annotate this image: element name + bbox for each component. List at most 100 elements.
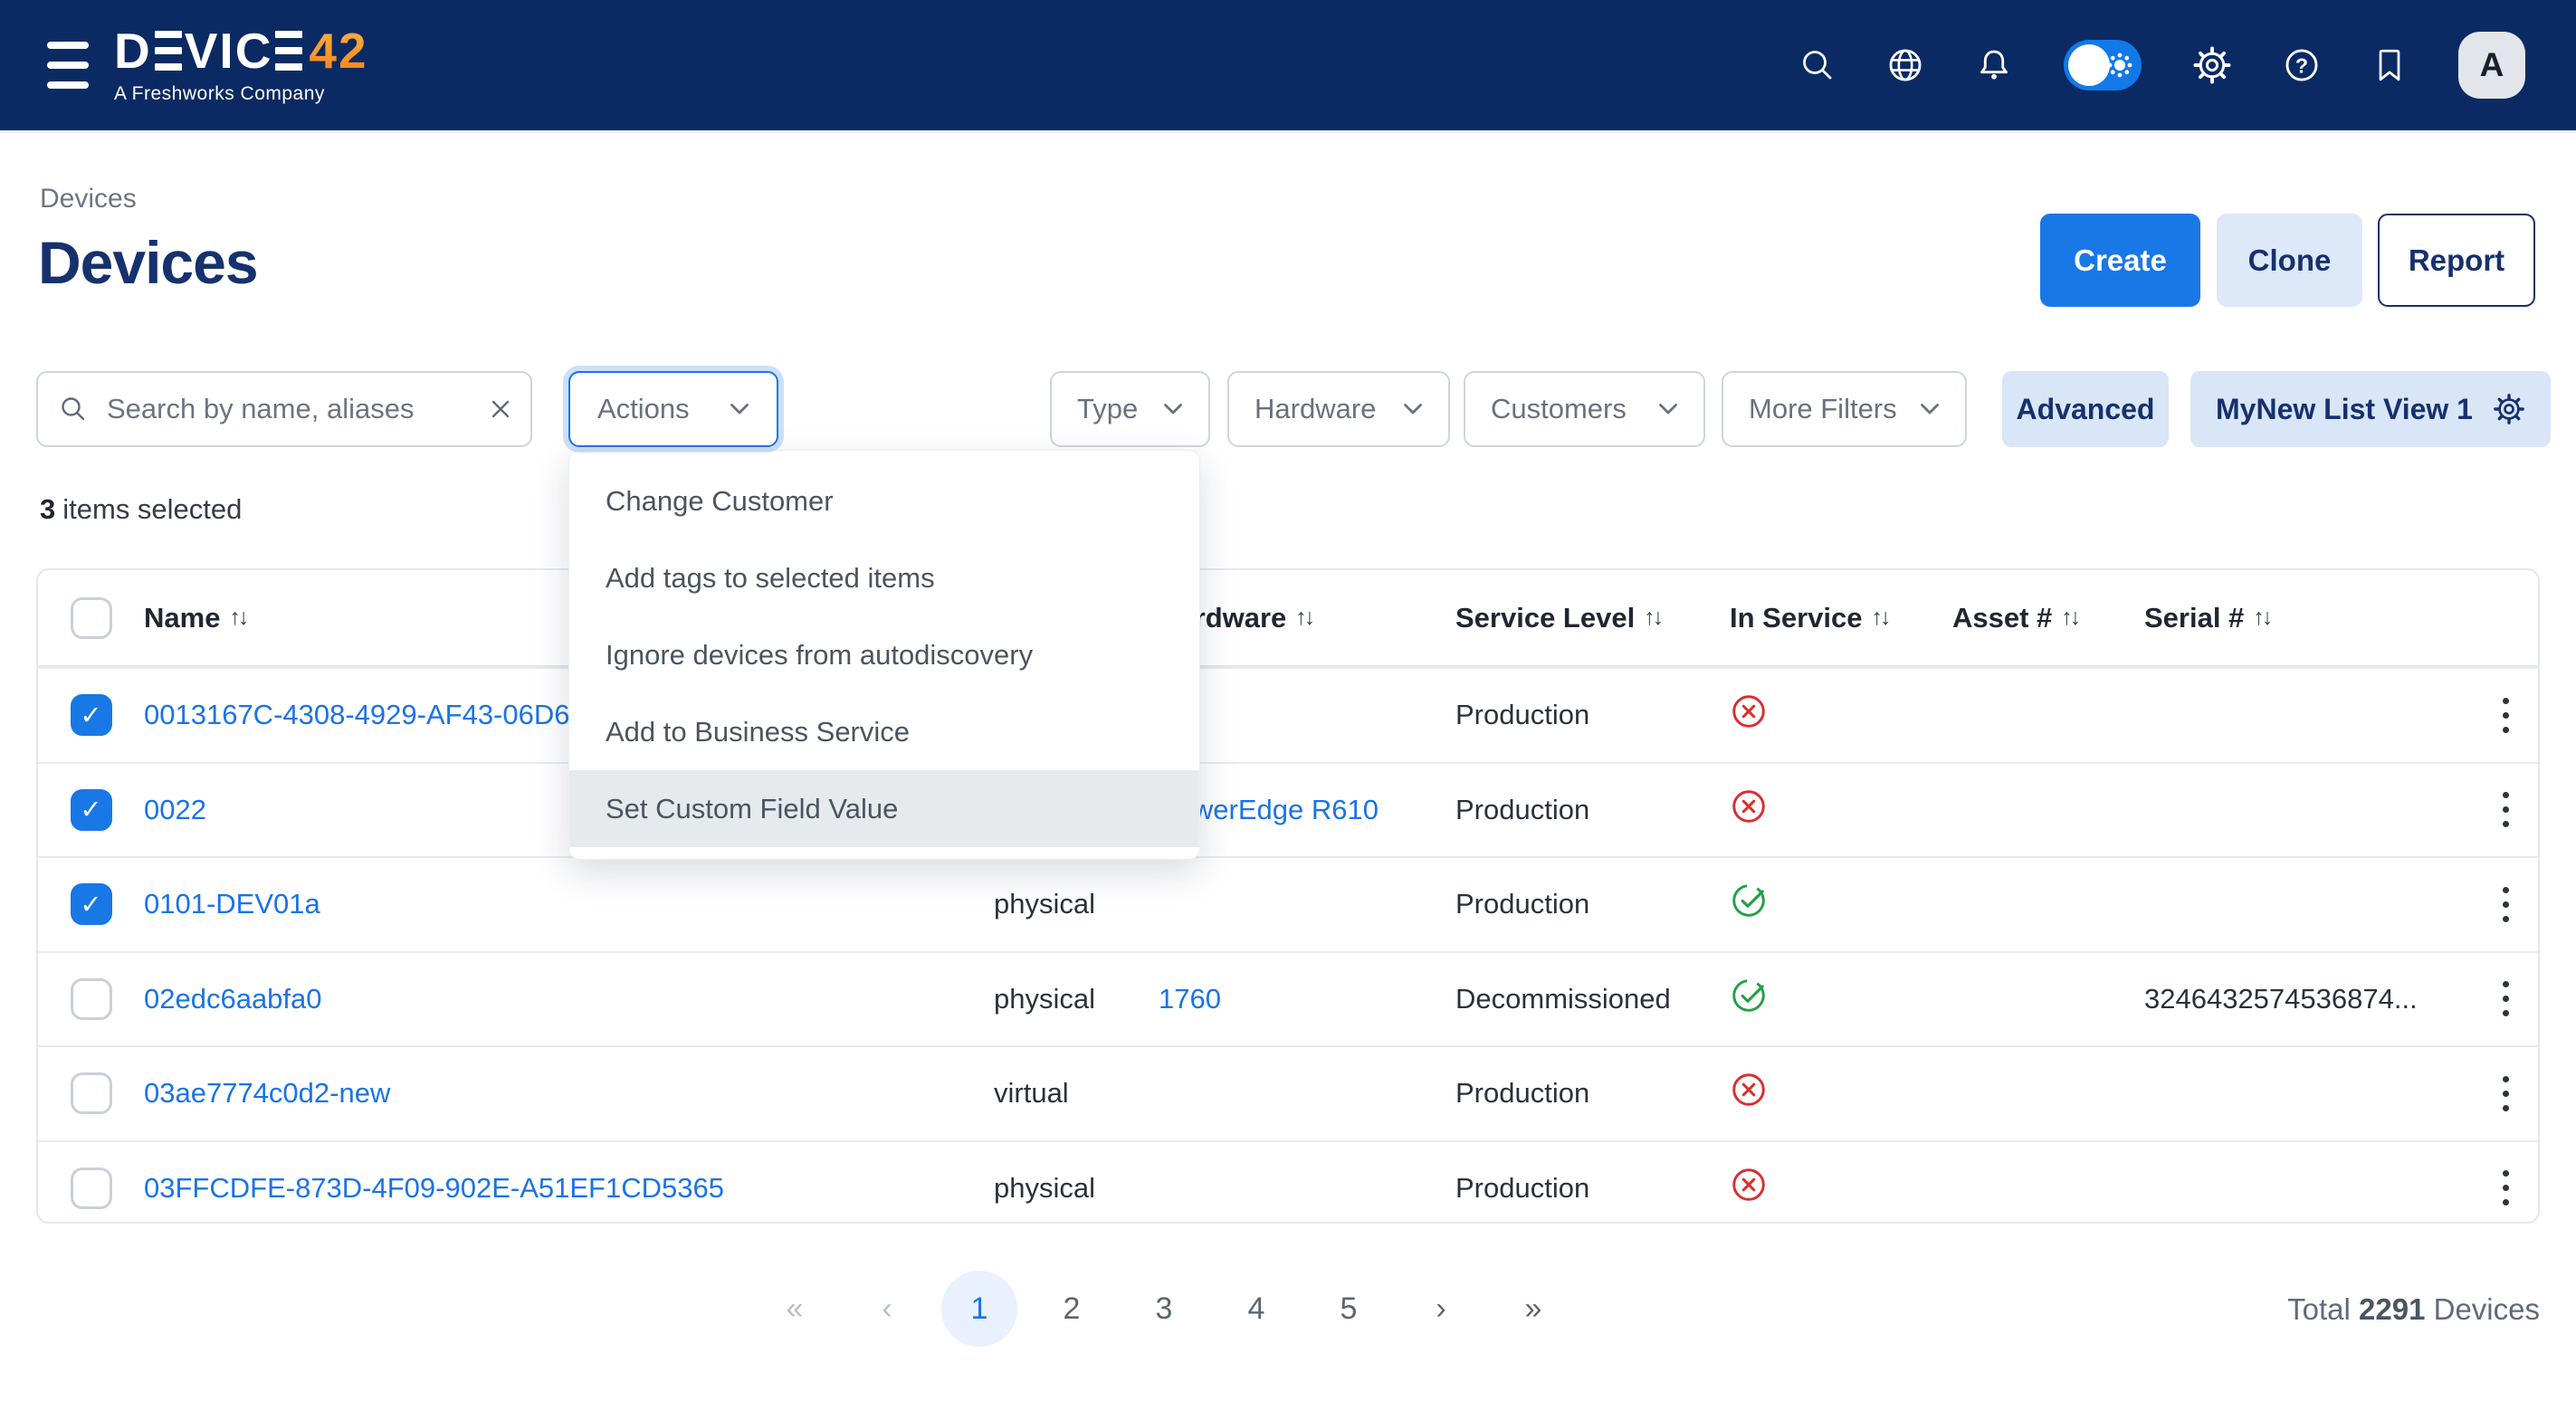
logo-letter-e xyxy=(155,31,182,71)
sort-icon[interactable]: ↑↓ xyxy=(2253,605,2270,631)
menu-item-add-tags[interactable]: Add tags to selected items xyxy=(569,539,1199,616)
page-title: Devices xyxy=(38,228,258,297)
row-actions-kebab[interactable] xyxy=(2473,1161,2538,1215)
breadcrumb[interactable]: Devices xyxy=(40,184,137,214)
serial-cell: 3246432574536874... xyxy=(2144,983,2473,1015)
column-header-service-level[interactable]: Service Level↑↓ xyxy=(1455,602,1730,634)
sort-icon[interactable]: ↑↓ xyxy=(229,605,246,631)
search-icon[interactable] xyxy=(1799,47,1836,83)
menu-item-ignore-devices[interactable]: Ignore devices from autodiscovery xyxy=(569,616,1199,693)
logo-letter-e xyxy=(275,31,302,71)
service-level-cell: Production xyxy=(1455,888,1730,920)
device42-logo[interactable]: D VIC 42 A Freshworks Company xyxy=(114,26,368,105)
advanced-button[interactable]: Advanced xyxy=(2002,371,2169,447)
chevron-down-icon xyxy=(1163,403,1183,415)
customers-filter[interactable]: Customers xyxy=(1464,371,1705,447)
create-button[interactable]: Create xyxy=(2040,214,2200,307)
total-number: 2291 xyxy=(2359,1292,2425,1326)
bell-icon[interactable] xyxy=(1975,46,2013,84)
in-service-icon xyxy=(1730,1071,1952,1116)
theme-toggle[interactable] xyxy=(2064,40,2142,91)
row-checkbox[interactable] xyxy=(71,694,112,736)
in-service-icon xyxy=(1730,787,1952,833)
pagination-page-3[interactable]: 3 xyxy=(1126,1271,1202,1347)
pagination-first[interactable]: « xyxy=(757,1271,833,1347)
hardware-link[interactable]: PowerEdge R610 xyxy=(1159,794,1455,826)
device-name-link[interactable]: 03FFCDFE-873D-4F09-902E-A51EF1CD5365 xyxy=(144,1172,994,1205)
in-service-icon xyxy=(1730,977,1952,1022)
column-header-serial[interactable]: Serial #↑↓ xyxy=(2144,602,2473,634)
row-actions-kebab[interactable] xyxy=(2473,783,2538,836)
select-all-checkbox[interactable] xyxy=(71,597,112,639)
hardware-filter[interactable]: Hardware xyxy=(1227,371,1450,447)
logo-letters: VIC xyxy=(185,26,273,76)
clear-search-icon[interactable] xyxy=(488,396,513,422)
device-name-link[interactable]: 02edc6aabfa0 xyxy=(144,983,994,1015)
sort-icon[interactable]: ↑↓ xyxy=(1644,605,1661,631)
bookmark-icon[interactable] xyxy=(2371,46,2408,84)
top-navbar: D VIC 42 A Freshworks Company ? xyxy=(0,0,2576,133)
search-box[interactable] xyxy=(36,371,532,447)
pagination-page-2[interactable]: 2 xyxy=(1034,1271,1110,1347)
device-name-link[interactable]: 0101-DEV01a xyxy=(144,888,994,920)
chevron-down-icon xyxy=(730,403,749,415)
column-header-in-service[interactable]: In Service↑↓ xyxy=(1730,602,1952,634)
more-filters-dropdown[interactable]: More Filters xyxy=(1722,371,1967,447)
row-checkbox[interactable] xyxy=(71,1168,112,1209)
hardware-link[interactable]: 1760 xyxy=(1159,983,1455,1015)
hamburger-menu-icon[interactable] xyxy=(47,42,89,89)
user-avatar[interactable]: A xyxy=(2458,32,2525,99)
logo-tagline: A Freshworks Company xyxy=(114,83,368,105)
sort-icon[interactable]: ↑↓ xyxy=(1871,605,1888,631)
svg-text:?: ? xyxy=(2295,53,2308,77)
globe-icon[interactable] xyxy=(1886,46,1924,84)
pagination-page-4[interactable]: 4 xyxy=(1218,1271,1294,1347)
row-actions-kebab[interactable] xyxy=(2473,689,2538,742)
pagination-page-5[interactable]: 5 xyxy=(1311,1271,1387,1347)
actions-dropdown-button[interactable]: Actions xyxy=(568,371,778,447)
row-actions-kebab[interactable] xyxy=(2473,1067,2538,1120)
pagination: « ‹ 1 2 3 4 5 › » xyxy=(757,1271,1571,1347)
pagination-last[interactable]: » xyxy=(1495,1271,1571,1347)
table-row: 03ae7774c0d2-new virtual Production xyxy=(38,1045,2538,1140)
service-level-cell: Decommissioned xyxy=(1455,983,1730,1015)
table-row: 0101-DEV01a physical Production xyxy=(38,856,2538,951)
chevron-down-icon xyxy=(1920,403,1940,415)
chevron-down-icon xyxy=(1658,403,1678,415)
row-actions-kebab[interactable] xyxy=(2473,972,2538,1025)
sort-icon[interactable]: ↑↓ xyxy=(2061,605,2078,631)
service-level-cell: Production xyxy=(1455,1077,1730,1110)
sort-icon[interactable]: ↑↓ xyxy=(1295,605,1312,631)
row-checkbox[interactable] xyxy=(71,978,112,1020)
menu-item-change-customer[interactable]: Change Customer xyxy=(569,462,1199,539)
pagination-next[interactable]: › xyxy=(1403,1271,1479,1347)
report-button[interactable]: Report xyxy=(2378,214,2535,307)
menu-item-add-to-business-service[interactable]: Add to Business Service xyxy=(569,693,1199,770)
menu-item-set-custom-field-value[interactable]: Set Custom Field Value xyxy=(569,770,1199,847)
row-checkbox[interactable] xyxy=(71,1072,112,1114)
service-level-cell: Production xyxy=(1455,1172,1730,1205)
type-filter[interactable]: Type xyxy=(1050,371,1210,447)
clone-button[interactable]: Clone xyxy=(2217,214,2362,307)
row-checkbox[interactable] xyxy=(71,883,112,925)
gear-icon[interactable] xyxy=(2493,393,2525,425)
column-header-hardware[interactable]: Hardware↑↓ xyxy=(1159,602,1455,634)
list-view-button[interactable]: MyNew List View 1 xyxy=(2190,371,2551,447)
selection-count: 3 xyxy=(40,493,55,525)
table-row: 0013167C-4308-4929-AF43-06D6 Production xyxy=(38,667,2538,762)
gear-icon[interactable] xyxy=(2192,45,2232,85)
service-level-cell: Production xyxy=(1455,699,1730,731)
pagination-page-1[interactable]: 1 xyxy=(941,1271,1017,1347)
toggle-knob xyxy=(2068,44,2110,86)
help-icon[interactable]: ? xyxy=(2283,46,2321,84)
row-checkbox[interactable] xyxy=(71,789,112,831)
pagination-prev[interactable]: ‹ xyxy=(849,1271,925,1347)
device-name-link[interactable]: 03ae7774c0d2-new xyxy=(144,1077,994,1110)
total-count: Total 2291 Devices xyxy=(2287,1292,2540,1327)
row-actions-kebab[interactable] xyxy=(2473,878,2538,931)
in-service-icon xyxy=(1730,1166,1952,1211)
type-cell: virtual xyxy=(994,1077,1159,1110)
column-header-asset[interactable]: Asset #↑↓ xyxy=(1952,602,2144,634)
search-input[interactable] xyxy=(105,392,470,426)
table-row: 0022 PowerEdge R610 Production xyxy=(38,762,2538,857)
